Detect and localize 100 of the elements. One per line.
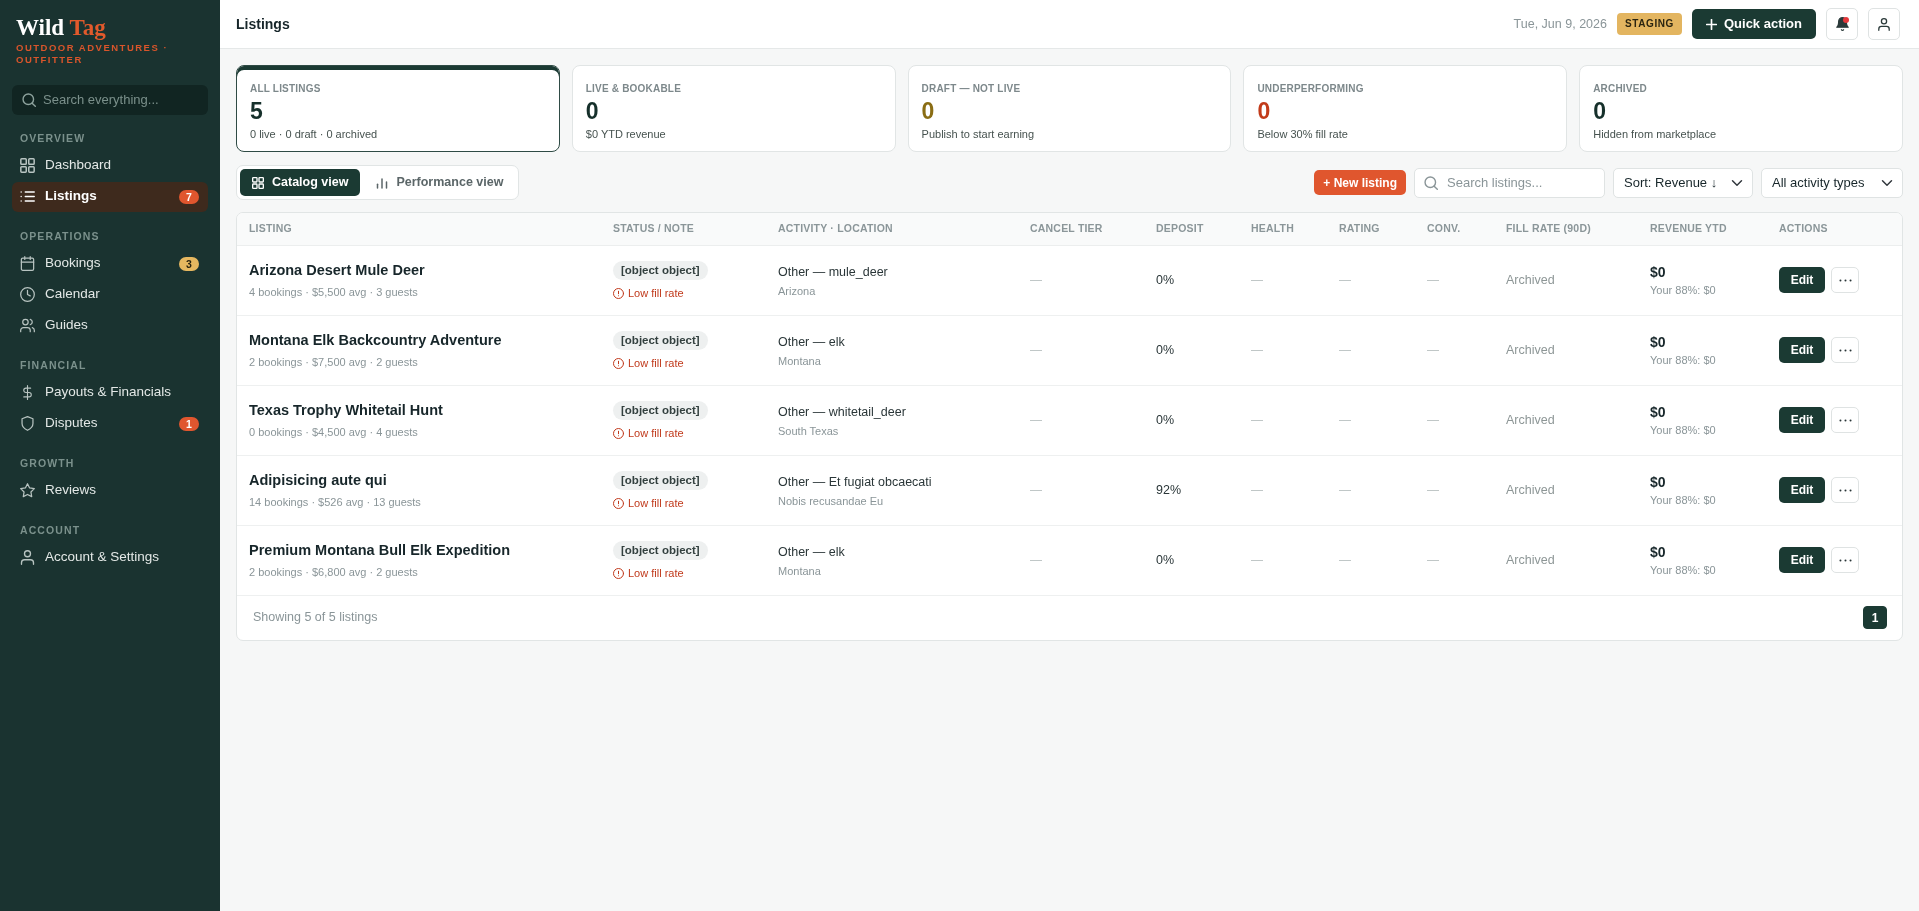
location-text: Arizona	[778, 284, 816, 297]
new-listing-button[interactable]: + New listing	[1314, 170, 1406, 195]
date-text: Tue, Jun 9, 2026	[1513, 15, 1607, 33]
stat-note: 0 live · 0 draft · 0 archived	[250, 128, 378, 140]
sidebar-item[interactable]: Reviews	[12, 475, 208, 506]
stat-card[interactable]: UNDERPERFORMING 0 Below 30% fill rate	[1243, 65, 1568, 152]
environment-badge: STAGING	[1616, 13, 1682, 35]
alert-icon	[613, 497, 624, 509]
more-icon	[1838, 278, 1852, 282]
revenue-share: Your 88%: $0	[1650, 423, 1716, 436]
fill-rate-cell: Archived	[1506, 273, 1555, 288]
more-button[interactable]	[1831, 407, 1859, 433]
status-note: Low fill rate	[628, 286, 684, 300]
fill-rate-cell: Archived	[1506, 553, 1555, 568]
stat-card[interactable]: ARCHIVED 0 Hidden from marketplace	[1579, 65, 1903, 152]
health-cell: —	[1251, 343, 1263, 358]
activity-text: Other — Et fugiat obcaecati	[778, 475, 932, 490]
view-tab[interactable]: Performance view	[364, 169, 516, 196]
alert-icon	[613, 357, 624, 369]
page-button[interactable]: 1	[1863, 606, 1887, 629]
stat-card[interactable]: LIVE & BOOKABLE 0 $0 YTD revenue	[571, 65, 896, 152]
people-icon	[20, 318, 35, 333]
listing-count: Showing 5 of 5 listings	[253, 609, 378, 627]
grid-icon	[20, 158, 35, 173]
location-text: Montana	[778, 564, 821, 577]
revenue-amount: $0	[1650, 334, 1666, 351]
notifications-button[interactable]	[1826, 8, 1858, 40]
listing-title: Adipisicing aute qui	[249, 471, 387, 488]
column-header: CONV.	[1427, 221, 1461, 234]
cancel-tier-cell: —	[1030, 553, 1042, 568]
rating-cell: —	[1339, 553, 1351, 568]
sidebar-item[interactable]: Listings 7	[12, 181, 208, 212]
activity-text: Other — elk	[778, 545, 845, 560]
edit-button[interactable]: Edit	[1779, 407, 1825, 433]
edit-button[interactable]: Edit	[1779, 267, 1825, 293]
count-badge: 1	[179, 416, 199, 431]
sidebar-item[interactable]: Calendar	[12, 279, 208, 310]
activity-filter-select[interactable]: All activity types	[1761, 167, 1903, 198]
column-header: ACTIONS	[1779, 221, 1828, 234]
search-icon	[22, 92, 36, 107]
revenue-share: Your 88%: $0	[1650, 563, 1716, 576]
section-title: ACCOUNT	[19, 522, 82, 537]
stat-card[interactable]: DRAFT — NOT LIVE 0 Publish to start earning	[907, 65, 1232, 152]
health-cell: —	[1251, 553, 1263, 568]
more-icon	[1838, 348, 1852, 352]
more-icon	[1838, 558, 1852, 562]
quick-action-button[interactable]: Quick action	[1691, 9, 1816, 39]
health-cell: —	[1251, 413, 1263, 428]
stat-note: Hidden from marketplace	[1593, 128, 1717, 140]
stat-value: 0	[585, 97, 599, 124]
fill-rate-cell: Archived	[1506, 343, 1555, 358]
status-note: Low fill rate	[628, 496, 684, 510]
location-text: Montana	[778, 354, 821, 367]
shield-icon	[20, 416, 35, 431]
more-button[interactable]	[1831, 267, 1859, 293]
cancel-tier-cell: —	[1030, 413, 1042, 428]
more-button[interactable]	[1831, 477, 1859, 503]
clock-icon	[20, 287, 35, 302]
more-button[interactable]	[1831, 547, 1859, 573]
person-icon	[1878, 17, 1890, 31]
location-text: South Texas	[778, 424, 839, 437]
column-header: CANCEL TIER	[1030, 221, 1103, 234]
sidebar-item[interactable]: Disputes 1	[12, 408, 208, 439]
status-note: Low fill rate	[628, 426, 684, 440]
search-field[interactable]: Search listings...	[1414, 167, 1605, 198]
sidebar-item[interactable]: Dashboard	[12, 150, 208, 181]
stat-value: 0	[1257, 97, 1271, 124]
edit-button[interactable]: Edit	[1779, 477, 1825, 503]
column-header: FILL RATE (90D)	[1506, 221, 1591, 234]
deposit-cell: 0%	[1156, 413, 1175, 428]
revenue-amount: $0	[1650, 544, 1666, 561]
view-tab[interactable]: Catalog view	[240, 169, 361, 196]
rating-cell: —	[1339, 273, 1351, 288]
edit-button[interactable]: Edit	[1779, 337, 1825, 363]
column-header: ACTIVITY · LOCATION	[778, 221, 893, 234]
sidebar-item[interactable]: Bookings 3	[12, 248, 208, 279]
deposit-cell: 92%	[1156, 483, 1182, 498]
profile-button[interactable]	[1868, 8, 1900, 40]
grid-icon	[252, 176, 264, 189]
column-header: HEALTH	[1251, 221, 1294, 234]
edit-button[interactable]: Edit	[1779, 547, 1825, 573]
cancel-tier-cell: —	[1030, 343, 1042, 358]
sidebar-item[interactable]: Account & Settings	[12, 542, 208, 573]
column-header: LISTING	[249, 221, 292, 234]
status-tag: [object object]	[613, 401, 708, 420]
deposit-cell: 0%	[1156, 343, 1175, 358]
search-field[interactable]: Search everything...	[12, 84, 208, 115]
stat-card[interactable]: ALL LISTINGS 5 0 live · 0 draft · 0 archived	[236, 65, 560, 152]
status-tag: [object object]	[613, 541, 708, 560]
rating-cell: —	[1339, 483, 1351, 498]
more-button[interactable]	[1831, 337, 1859, 363]
sort-select[interactable]: Sort: Revenue ↓	[1613, 167, 1753, 198]
section-title: OPERATIONS	[19, 228, 101, 243]
sidebar-item[interactable]: Payouts & Financials	[12, 377, 208, 408]
alert-icon	[613, 287, 624, 299]
deposit-cell: 0%	[1156, 273, 1175, 288]
sidebar-item[interactable]: Guides	[12, 310, 208, 341]
rating-cell: —	[1339, 343, 1351, 358]
revenue-share: Your 88%: $0	[1650, 493, 1716, 506]
status-tag: [object object]	[613, 331, 708, 350]
